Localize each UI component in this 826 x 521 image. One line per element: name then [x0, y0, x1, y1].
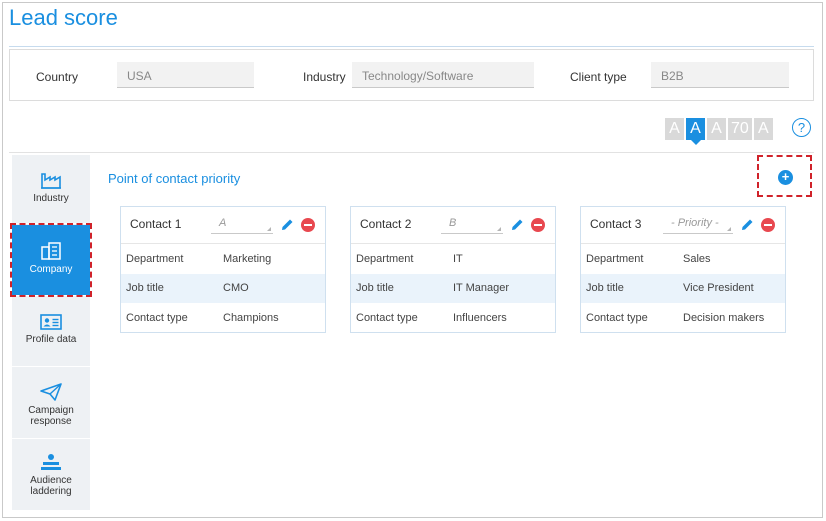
- sidebar-item-profile-data[interactable]: Profile data: [12, 314, 90, 345]
- card-header: Contact 3 - Priority -: [581, 207, 785, 244]
- card-header: Contact 1 A: [121, 207, 325, 244]
- priority-select[interactable]: B: [441, 217, 503, 234]
- sidebar-divider: [12, 438, 90, 439]
- table-row: Department Marketing: [121, 244, 325, 274]
- row-value: Sales: [683, 252, 711, 265]
- row-key: Department: [126, 252, 184, 265]
- row-value: IT Manager: [453, 282, 510, 295]
- row-key: Contact type: [586, 311, 648, 324]
- score-badge[interactable]: A: [665, 118, 684, 140]
- table-row: Job title IT Manager: [351, 273, 555, 303]
- row-key: Contact type: [126, 311, 188, 324]
- contact-card: Contact 2 B Department IT Job title IT Man…: [350, 206, 556, 333]
- contact-card: Contact 1 A Department Marketing Job titl…: [120, 206, 326, 333]
- highlight-frame-company: [10, 223, 92, 297]
- contact-name: Contact 3: [590, 217, 642, 231]
- sidebar-item-campaign-response[interactable]: Campaign response: [12, 383, 90, 427]
- help-icon[interactable]: ?: [792, 118, 811, 137]
- remove-icon[interactable]: [301, 218, 315, 232]
- score-badge[interactable]: A: [753, 118, 773, 140]
- row-value: CMO: [223, 282, 249, 295]
- score-badge[interactable]: 70: [728, 118, 752, 140]
- sidebar-item-label: Audience laddering: [30, 475, 72, 497]
- industry-field[interactable]: Technology/Software: [352, 62, 534, 88]
- sidebar-divider: [12, 366, 90, 367]
- table-row: Contact type Influencers: [351, 303, 555, 333]
- filter-panel: Country USA Industry Technology/Software…: [9, 49, 814, 101]
- row-value: IT: [453, 252, 463, 265]
- client-type-label: Client type: [570, 70, 627, 84]
- contact-card: Contact 3 - Priority - Department Sales J…: [580, 206, 786, 333]
- edit-icon[interactable]: [741, 218, 754, 231]
- people-stack-icon: [41, 454, 61, 470]
- table-row: Contact type Champions: [121, 303, 325, 333]
- row-key: Department: [586, 252, 644, 265]
- edit-icon[interactable]: [511, 218, 524, 231]
- content-divider: [9, 152, 814, 153]
- table-row: Contact type Decision makers: [581, 303, 785, 333]
- section-title: Point of contact priority: [108, 171, 241, 186]
- paper-plane-icon: [40, 383, 62, 401]
- row-value: Influencers: [453, 311, 507, 324]
- client-type-field[interactable]: B2B: [651, 62, 789, 88]
- contact-name: Contact 1: [130, 217, 182, 231]
- sidebar-item-audience-laddering[interactable]: Audience laddering: [12, 453, 90, 497]
- sidebar-item-label: Profile data: [25, 334, 77, 345]
- page-title: Lead score: [9, 5, 118, 30]
- title-divider: [9, 46, 814, 47]
- country-label: Country: [36, 70, 79, 84]
- table-row: Job title Vice President: [581, 273, 785, 303]
- score-badges: A A A 70 A: [665, 118, 773, 145]
- row-key: Job title: [586, 282, 624, 295]
- sidebar-item-label: Industry: [33, 193, 69, 204]
- row-value: Decision makers: [683, 311, 765, 324]
- row-key: Contact type: [356, 311, 418, 324]
- score-badge[interactable]: A: [707, 118, 726, 140]
- id-card-icon: [40, 314, 62, 330]
- highlight-frame-add: [757, 155, 812, 197]
- row-key: Job title: [356, 282, 394, 295]
- table-row: Job title CMO: [121, 273, 325, 303]
- row-value: Marketing: [223, 252, 272, 265]
- score-badge-active[interactable]: A: [686, 118, 705, 145]
- sidebar-item-industry[interactable]: Industry: [12, 171, 90, 204]
- remove-icon[interactable]: [761, 218, 775, 232]
- factory-icon: [41, 173, 61, 189]
- priority-select[interactable]: A: [211, 217, 273, 234]
- sidebar: Industry Profile data Campaign response …: [12, 155, 90, 510]
- remove-icon[interactable]: [531, 218, 545, 232]
- card-header: Contact 2 B: [351, 207, 555, 244]
- country-field[interactable]: USA: [117, 62, 254, 88]
- row-key: Job title: [126, 282, 164, 295]
- table-row: Department Sales: [581, 244, 785, 274]
- row-value: Champions: [223, 311, 279, 324]
- edit-icon[interactable]: [281, 218, 294, 231]
- row-value: Vice President: [683, 282, 754, 295]
- sidebar-item-label: Campaign response: [28, 405, 74, 427]
- contact-name: Contact 2: [360, 217, 412, 231]
- priority-select[interactable]: - Priority -: [663, 217, 733, 234]
- table-row: Department IT: [351, 244, 555, 274]
- industry-label: Industry: [303, 70, 346, 84]
- row-key: Department: [356, 252, 414, 265]
